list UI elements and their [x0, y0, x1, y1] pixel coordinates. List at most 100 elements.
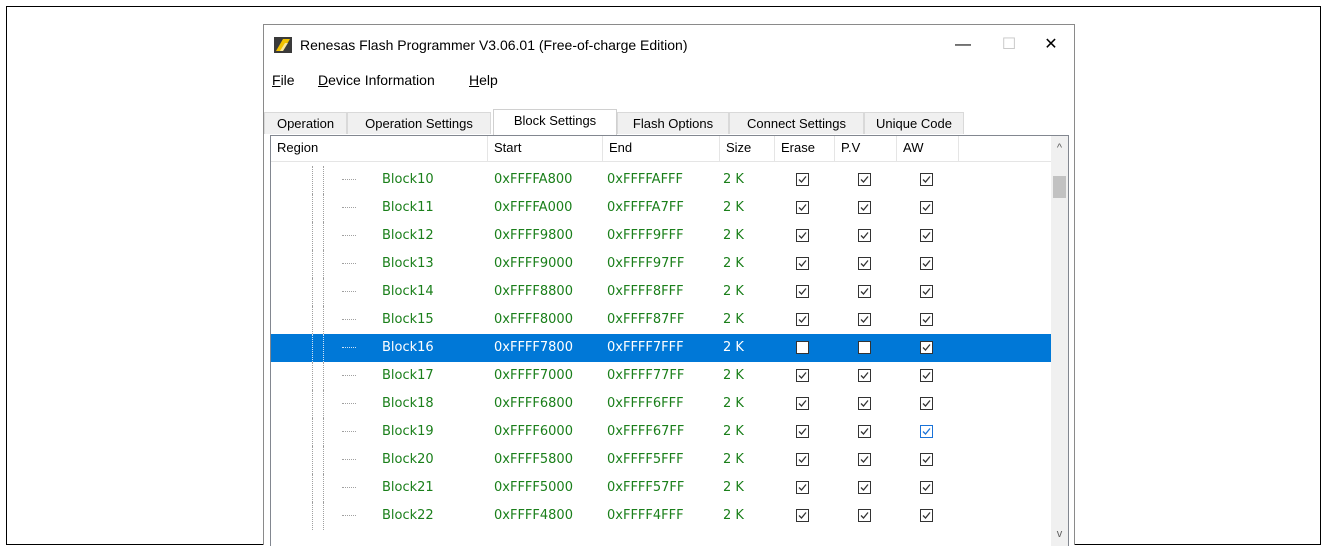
end-address: 0xFFFFA7FF: [607, 200, 684, 215]
table-row[interactable]: Block12 0xFFFF9800 0xFFFF9FFF 2 K: [271, 222, 1051, 250]
end-address: 0xFFFFAFFF: [607, 172, 684, 187]
erase-checkbox[interactable]: [796, 313, 809, 326]
pv-checkbox[interactable]: [858, 341, 871, 354]
erase-checkbox[interactable]: [796, 341, 809, 354]
aw-checkbox[interactable]: [920, 201, 933, 214]
block-size: 2 K: [723, 228, 744, 243]
erase-checkbox[interactable]: [796, 201, 809, 214]
pv-checkbox[interactable]: [858, 397, 871, 410]
pv-checkbox[interactable]: [858, 201, 871, 214]
column-header-end[interactable]: End: [603, 136, 720, 161]
aw-checkbox[interactable]: [920, 481, 933, 494]
aw-checkbox[interactable]: [920, 509, 933, 522]
block-size: 2 K: [723, 508, 744, 523]
table-row[interactable]: Block15 0xFFFF8000 0xFFFF87FF 2 K: [271, 306, 1051, 334]
tree-guide-line: [323, 446, 324, 474]
erase-checkbox[interactable]: [796, 453, 809, 466]
pv-checkbox[interactable]: [858, 369, 871, 382]
aw-checkbox[interactable]: [920, 453, 933, 466]
column-header-aw[interactable]: AW: [897, 136, 959, 161]
app-window: Renesas Flash Programmer V3.06.01 (Free-…: [263, 24, 1075, 546]
aw-checkbox[interactable]: [920, 229, 933, 242]
pv-checkbox[interactable]: [858, 285, 871, 298]
table-row[interactable]: Block13 0xFFFF9000 0xFFFF97FF 2 K: [271, 250, 1051, 278]
table-row[interactable]: Block16 0xFFFF7800 0xFFFF7FFF 2 K: [271, 334, 1051, 362]
maximize-button[interactable]: ☐: [986, 25, 1032, 65]
column-header-erase[interactable]: Erase: [775, 136, 835, 161]
tree-branch-line: [342, 459, 356, 460]
block-name: Block12: [382, 228, 434, 243]
erase-checkbox[interactable]: [796, 229, 809, 242]
scroll-up-icon[interactable]: ^: [1051, 140, 1068, 157]
block-name: Block15: [382, 312, 434, 327]
pv-checkbox[interactable]: [858, 481, 871, 494]
close-button[interactable]: ✕: [1028, 25, 1074, 65]
table-row[interactable]: Block22 0xFFFF4800 0xFFFF4FFF 2 K: [271, 502, 1051, 530]
erase-checkbox[interactable]: [796, 509, 809, 522]
column-header-size[interactable]: Size: [720, 136, 775, 161]
tree-guide-line: [323, 250, 324, 278]
aw-checkbox[interactable]: [920, 285, 933, 298]
block-name: Block17: [382, 368, 434, 383]
table-row[interactable]: Block18 0xFFFF6800 0xFFFF6FFF 2 K: [271, 390, 1051, 418]
tab-operation-settings[interactable]: Operation Settings: [347, 112, 491, 134]
pv-checkbox[interactable]: [858, 313, 871, 326]
start-address: 0xFFFF4800: [494, 508, 573, 523]
table-row[interactable]: Block17 0xFFFF7000 0xFFFF77FF 2 K: [271, 362, 1051, 390]
start-address: 0xFFFF6000: [494, 424, 573, 439]
erase-checkbox[interactable]: [796, 397, 809, 410]
tree-guide-line: [312, 418, 313, 446]
pv-checkbox[interactable]: [858, 425, 871, 438]
table-row[interactable]: Block19 0xFFFF6000 0xFFFF67FF 2 K: [271, 418, 1051, 446]
pv-checkbox[interactable]: [858, 453, 871, 466]
table-row[interactable]: Block11 0xFFFFA000 0xFFFFA7FF 2 K: [271, 194, 1051, 222]
aw-checkbox[interactable]: [920, 425, 933, 438]
aw-checkbox[interactable]: [920, 397, 933, 410]
erase-checkbox[interactable]: [796, 425, 809, 438]
pv-checkbox[interactable]: [858, 173, 871, 186]
table-row[interactable]: Block10 0xFFFFA800 0xFFFFAFFF 2 K: [271, 166, 1051, 194]
erase-checkbox[interactable]: [796, 173, 809, 186]
end-address: 0xFFFF6FFF: [607, 396, 684, 411]
scroll-thumb[interactable]: [1053, 176, 1066, 198]
minimize-button[interactable]: —: [940, 25, 986, 65]
menu-device-information[interactable]: Device Information: [318, 72, 435, 88]
tab-flash-options[interactable]: Flash Options: [617, 112, 729, 134]
block-list-view: Region Start End Size Erase P.V AW Block…: [270, 135, 1069, 546]
erase-checkbox[interactable]: [796, 481, 809, 494]
start-address: 0xFFFF9800: [494, 228, 573, 243]
aw-checkbox[interactable]: [920, 341, 933, 354]
table-row[interactable]: Block14 0xFFFF8800 0xFFFF8FFF 2 K: [271, 278, 1051, 306]
tab-block-settings[interactable]: Block Settings: [493, 109, 617, 135]
tab-connect-settings[interactable]: Connect Settings: [729, 112, 864, 134]
column-header-start[interactable]: Start: [488, 136, 603, 161]
end-address: 0xFFFF8FFF: [607, 284, 684, 299]
table-row[interactable]: Block21 0xFFFF5000 0xFFFF57FF 2 K: [271, 474, 1051, 502]
tree-guide-line: [323, 502, 324, 530]
end-address: 0xFFFF67FF: [607, 424, 685, 439]
tab-operation[interactable]: Operation: [264, 112, 347, 134]
column-header-region[interactable]: Region: [271, 136, 488, 161]
menu-help[interactable]: Help: [469, 72, 498, 88]
block-name: Block18: [382, 396, 434, 411]
block-name: Block13: [382, 256, 434, 271]
erase-checkbox[interactable]: [796, 285, 809, 298]
aw-checkbox[interactable]: [920, 173, 933, 186]
column-header-pv[interactable]: P.V: [835, 136, 897, 161]
erase-checkbox[interactable]: [796, 369, 809, 382]
menu-file[interactable]: File: [272, 72, 295, 88]
erase-checkbox[interactable]: [796, 257, 809, 270]
block-size: 2 K: [723, 368, 744, 383]
tab-unique-code[interactable]: Unique Code: [864, 112, 964, 134]
scroll-down-icon[interactable]: v: [1051, 526, 1068, 543]
aw-checkbox[interactable]: [920, 313, 933, 326]
table-row[interactable]: Block20 0xFFFF5800 0xFFFF5FFF 2 K: [271, 446, 1051, 474]
tree-branch-line: [342, 515, 356, 516]
tree-guide-line: [312, 250, 313, 278]
vertical-scrollbar[interactable]: ^ v: [1051, 136, 1068, 546]
pv-checkbox[interactable]: [858, 509, 871, 522]
aw-checkbox[interactable]: [920, 257, 933, 270]
aw-checkbox[interactable]: [920, 369, 933, 382]
pv-checkbox[interactable]: [858, 229, 871, 242]
pv-checkbox[interactable]: [858, 257, 871, 270]
